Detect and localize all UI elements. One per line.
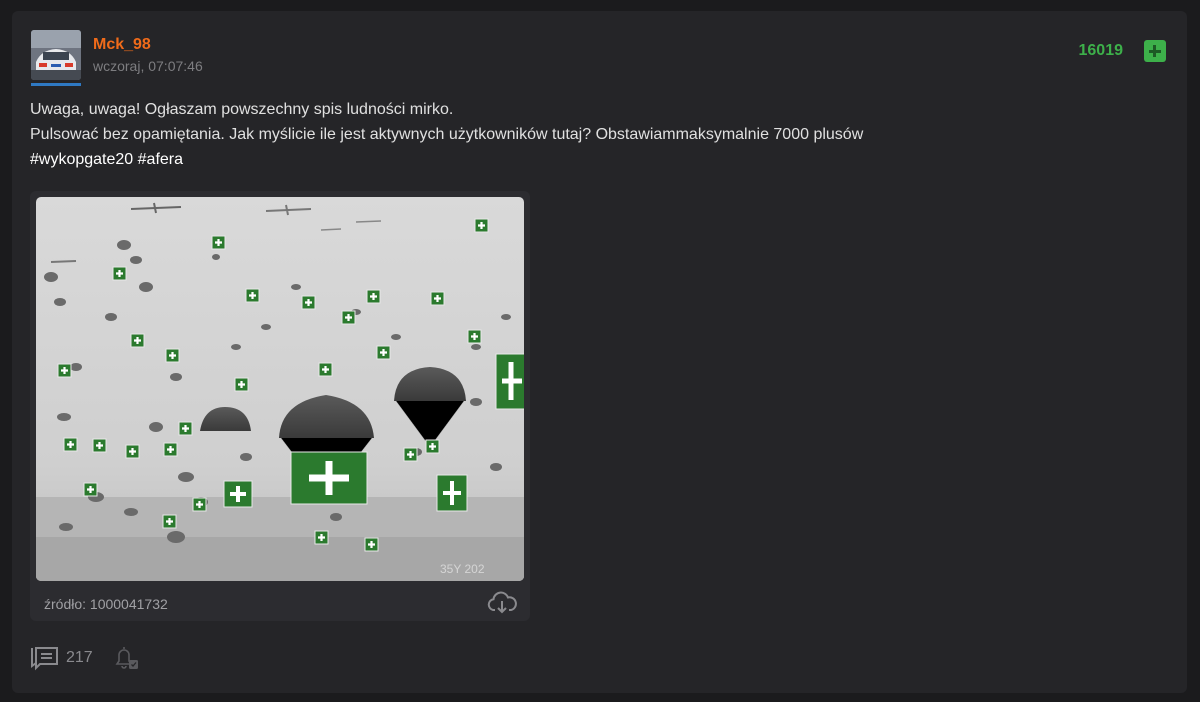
comments-icon[interactable] [30, 645, 60, 671]
avatar-color-bar [31, 83, 81, 86]
photo-watermark: 35Y 202 [440, 562, 485, 576]
plus-icon[interactable] [1144, 40, 1166, 62]
tag-wykopgate20[interactable]: #wykopgate20 [30, 151, 133, 168]
entry-body: Uwaga, uwaga! Ogłaszam powszechny spis l… [30, 97, 1130, 172]
cloud-download-icon[interactable] [486, 591, 518, 615]
paratroopers-photo: 35Y 202 [36, 197, 524, 581]
embed-image[interactable]: 35Y 202 [36, 197, 524, 581]
tags-line: #wykopgate20 #afera [30, 147, 1130, 172]
image-embed: 35Y 202 źródło: 1000041732 [30, 191, 530, 621]
post-timestamp[interactable]: wczoraj, 07:07:46 [93, 58, 203, 74]
image-source: źródło: 1000041732 [44, 596, 168, 612]
avatar[interactable] [31, 30, 81, 80]
avatar-image [31, 30, 81, 80]
author-name[interactable]: Mck_98 [93, 36, 151, 54]
tag-afera[interactable]: #afera [138, 151, 183, 168]
vote-count: 16019 [1078, 42, 1124, 59]
bell-icon[interactable] [112, 645, 140, 671]
body-line-1: Uwaga, uwaga! Ogłaszam powszechny spis l… [30, 101, 454, 118]
entry-card: Mck_98 wczoraj, 07:07:46 16019 Uwaga, uw… [12, 11, 1187, 693]
comments-count[interactable]: 217 [66, 649, 93, 667]
body-line-2: Pulsować bez opamiętania. Jak myślicie i… [30, 126, 864, 143]
